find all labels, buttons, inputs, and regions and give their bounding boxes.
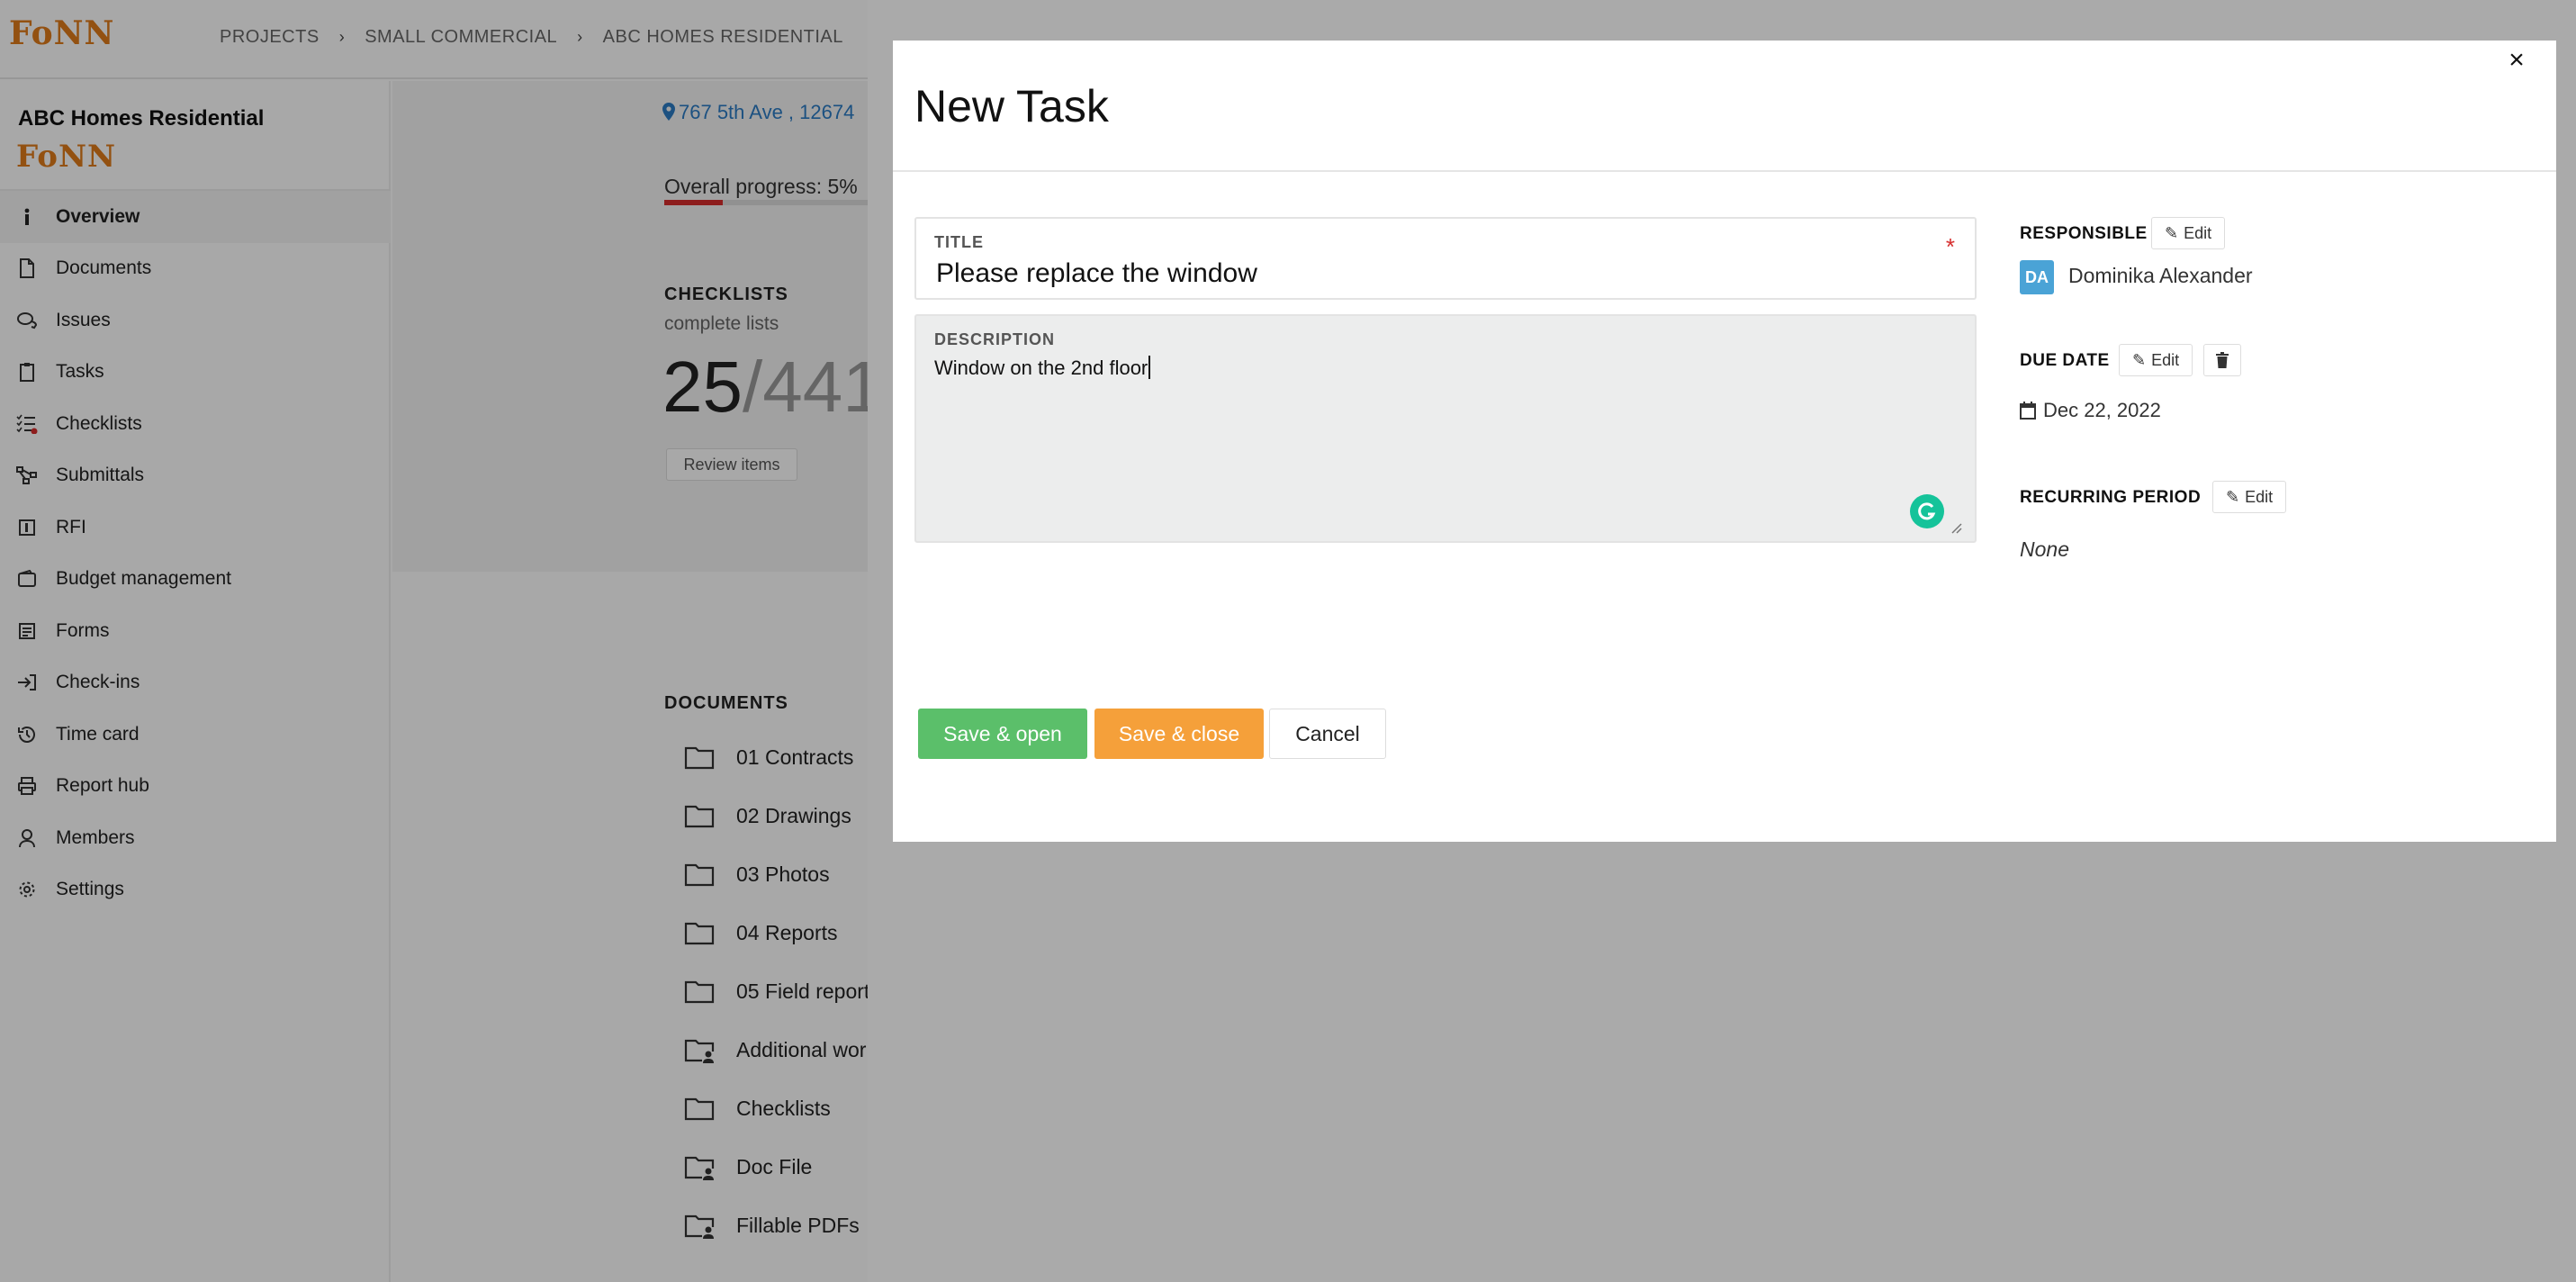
close-button[interactable]: × <box>2497 41 2536 80</box>
trash-icon <box>2216 352 2229 368</box>
recurring-period-value: None <box>2020 537 2069 561</box>
responsible-label: RESPONSIBLE <box>2020 224 2148 243</box>
save-and-close-button[interactable]: Save & close <box>1094 709 1264 759</box>
edit-label: Edit <box>2245 487 2274 506</box>
title-input[interactable]: Please replace the window <box>936 258 1257 289</box>
edit-due-date-button[interactable]: ✎ Edit <box>2119 344 2193 376</box>
calendar-icon <box>2020 402 2036 420</box>
edit-label: Edit <box>2151 350 2180 369</box>
new-task-modal: × New Task TITLE * Please replace the wi… <box>893 41 2556 842</box>
save-and-open-button[interactable]: Save & open <box>918 709 1087 759</box>
required-marker: * <box>1945 233 1955 260</box>
clear-due-date-button[interactable] <box>2203 344 2241 376</box>
text-cursor <box>1148 356 1151 379</box>
description-textarea[interactable]: Window on the 2nd floor <box>934 356 1151 380</box>
cancel-button[interactable]: Cancel <box>1269 709 1386 759</box>
title-label: TITLE <box>934 233 984 251</box>
description-text: Window on the 2nd floor <box>934 357 1148 379</box>
description-field[interactable]: DESCRIPTION Window on the 2nd floor <box>914 314 1977 543</box>
resize-handle-icon[interactable] <box>1950 521 1962 534</box>
edit-responsible-button[interactable]: ✎ Edit <box>2151 217 2226 249</box>
edit-label: Edit <box>2184 223 2212 242</box>
modal-divider <box>893 170 2556 172</box>
edit-recurring-button[interactable]: ✎ Edit <box>2212 481 2287 513</box>
modal-title: New Task <box>914 81 1109 131</box>
title-field[interactable]: TITLE * Please replace the window <box>914 217 1977 300</box>
avatar: DA <box>2020 260 2054 294</box>
due-date-label: DUE DATE <box>2020 351 2110 370</box>
pencil-icon: ✎ <box>2226 487 2240 506</box>
due-date-text: Dec 22, 2022 <box>2043 399 2161 421</box>
due-date-value: Dec 22, 2022 <box>2020 399 2161 422</box>
pencil-icon: ✎ <box>2165 223 2179 242</box>
recurring-period-label: RECURRING PERIOD <box>2020 488 2202 507</box>
description-label: DESCRIPTION <box>934 330 1056 348</box>
pencil-icon: ✎ <box>2132 350 2147 369</box>
grammarly-icon[interactable] <box>1910 494 1944 528</box>
responsible-name: Dominika Alexander <box>2068 264 2253 287</box>
